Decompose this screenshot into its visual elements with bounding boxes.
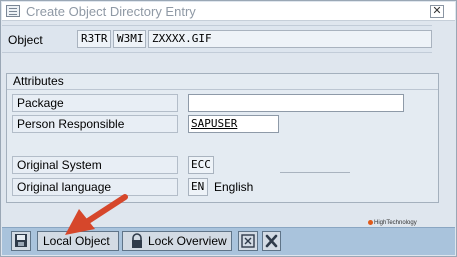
close-icon[interactable]: ✕	[430, 5, 444, 18]
original-language-name: English	[214, 180, 254, 194]
system-description-line	[280, 172, 350, 173]
package-label: Package	[12, 94, 178, 112]
save-icon	[15, 234, 27, 247]
object-label: Object	[8, 33, 43, 47]
cancel-icon	[265, 234, 278, 248]
dialog-window: Create Object Directory Entry ✕ Object R…	[0, 0, 457, 257]
lock-overview-button[interactable]: Lock Overview	[122, 231, 232, 251]
brand-dot-icon	[368, 220, 373, 225]
original-language-label: Original language	[12, 178, 178, 196]
object-type-field: W3MI	[113, 30, 146, 48]
attributes-group-title: Attributes	[7, 74, 438, 90]
original-system-field: ECC	[188, 156, 214, 174]
local-object-button[interactable]: Local Object	[37, 231, 119, 251]
lock-overview-label: Lock Overview	[148, 234, 227, 248]
move-button[interactable]	[238, 231, 258, 251]
attributes-group: Attributes Package Person Responsible SA…	[6, 73, 439, 203]
package-input[interactable]	[188, 94, 404, 112]
title-bar: Create Object Directory Entry ✕	[2, 2, 455, 21]
object-row: Object R3TR W3MI ZXXXX.GIF	[2, 25, 432, 53]
brand-logo: HighTechnology	[368, 220, 417, 226]
object-name-field: ZXXXX.GIF	[148, 30, 432, 48]
person-responsible-input[interactable]: SAPUSER	[188, 115, 279, 133]
original-system-label: Original System	[12, 156, 178, 174]
person-responsible-label: Person Responsible	[12, 115, 178, 133]
original-language-field: EN	[188, 178, 208, 196]
move-icon	[241, 234, 255, 248]
window-title: Create Object Directory Entry	[26, 4, 196, 19]
save-button[interactable]	[11, 231, 31, 251]
bottom-toolbar: Local Object Lock Overview	[2, 227, 455, 255]
window-icon	[6, 5, 20, 17]
brand-text: HighTechnology	[374, 220, 417, 227]
pgmid-field: R3TR	[77, 30, 111, 48]
lock-icon	[132, 233, 142, 248]
cancel-button[interactable]	[262, 231, 281, 251]
